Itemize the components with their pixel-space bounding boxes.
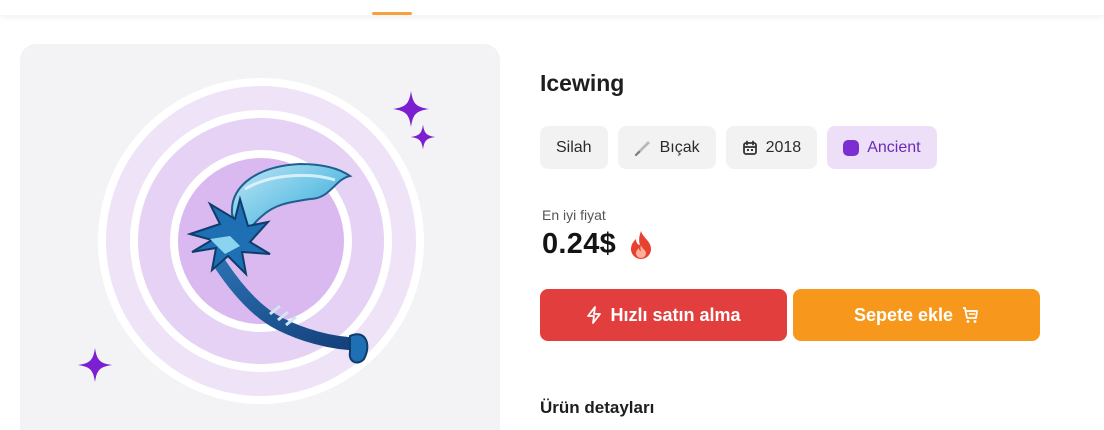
rarity-dot-icon (843, 139, 860, 156)
add-to-cart-button[interactable]: Sepete ekle (793, 289, 1040, 341)
best-price-label: En iyi fiyat (542, 207, 606, 223)
tag-rarity-label: Ancient (867, 138, 921, 156)
active-tab-indicator (372, 12, 412, 15)
tag-category: Silah (540, 126, 608, 169)
calendar-icon (742, 140, 757, 155)
tag-year: 2018 (725, 126, 818, 169)
tag-type-label: Bıçak (659, 138, 700, 156)
add-to-cart-label: Sepete ekle (853, 304, 954, 325)
product-details-heading: Ürün detayları (540, 398, 655, 417)
sparkle-icon (77, 347, 113, 383)
top-navigation-bar (0, 0, 1104, 15)
knife-icon (634, 140, 650, 156)
product-tags: Silah Bıçak 2018 Ancient (540, 126, 937, 169)
sparkle-icon (393, 91, 429, 127)
quick-buy-button[interactable]: Hızlı satın alma (540, 289, 787, 341)
tag-type: Bıçak (617, 126, 716, 169)
sparkle-icon (410, 124, 436, 150)
product-image-panel (20, 44, 500, 430)
tag-year-label: 2018 (765, 138, 802, 156)
quick-buy-label: Hızlı satın alma (610, 304, 741, 325)
product-title: Icewing (540, 70, 625, 96)
tag-rarity: Ancient (827, 126, 937, 169)
fire-icon (631, 230, 652, 259)
icewing-item-image (186, 162, 369, 364)
price-value: 0.24$ (542, 228, 617, 260)
price-row: 0.24$ (542, 228, 654, 261)
lightning-icon (587, 306, 602, 324)
cart-icon (963, 307, 978, 323)
tag-category-label: Silah (556, 138, 592, 156)
